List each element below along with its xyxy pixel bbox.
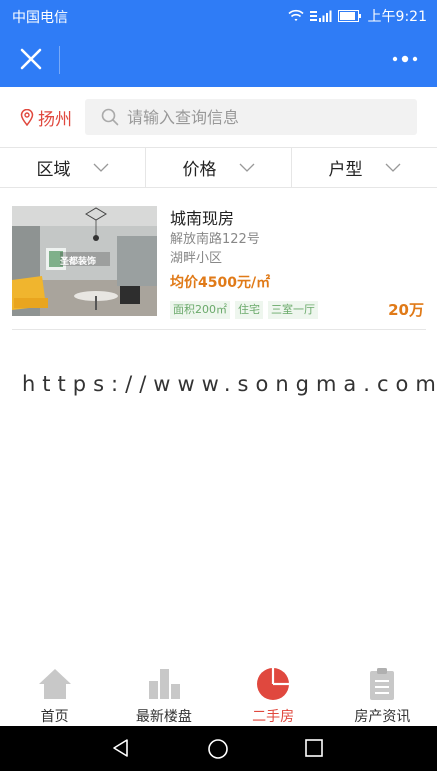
filter-label: 区域 [36, 160, 71, 180]
search-row: 扬州 [0, 97, 437, 137]
tab-news[interactable]: 房产资讯 [328, 660, 437, 726]
listing-community: 湖畔小区 [170, 251, 223, 266]
tab-home[interactable]: 首页 [0, 660, 109, 726]
listing-tag: 三室一厅 [268, 301, 318, 319]
chevron-down-icon [93, 163, 108, 172]
chevron-down-icon [385, 163, 400, 172]
search-icon [101, 108, 119, 126]
photo-logo-text: 圣都装饰 [60, 257, 97, 267]
tab-label: 二手房 [252, 709, 295, 725]
top-bar: 中国电信 上午9:21 [0, 0, 437, 87]
filter-label: 户型 [328, 160, 363, 180]
home-icon [38, 669, 71, 699]
signal-icon [309, 10, 332, 22]
status-bar: 中国电信 上午9:21 [0, 0, 437, 32]
status-indicators: 上午9:21 [287, 6, 427, 26]
search-box[interactable] [85, 99, 417, 135]
city-selector[interactable]: 扬州 [20, 105, 72, 130]
close-icon[interactable] [18, 46, 44, 72]
tab-new-buildings[interactable]: 最新楼盘 [109, 660, 218, 726]
tab-label: 首页 [40, 709, 69, 725]
listing-tag: 住宅 [235, 301, 263, 319]
filter-bar: 区域 价格 户型 [0, 147, 437, 188]
home-circle-icon[interactable] [207, 738, 229, 760]
chevron-down-icon [239, 163, 254, 172]
tab-second-hand[interactable]: 二手房 [219, 660, 328, 726]
location-pin-icon [20, 109, 34, 126]
clipboard-icon [370, 668, 395, 700]
listing-title: 城南现房 [170, 209, 235, 228]
tab-label: 最新楼盘 [135, 709, 192, 725]
filter-label: 价格 [182, 160, 217, 180]
tab-label: 房产资讯 [354, 709, 411, 725]
filter-region[interactable]: 区域 [0, 148, 146, 187]
nav-row [0, 32, 437, 87]
listing-address: 解放南路122号 [170, 232, 260, 247]
system-nav-bar [0, 726, 437, 771]
pie-icon [257, 668, 290, 700]
city-name: 扬州 [38, 110, 72, 130]
listing-item[interactable]: 圣都装饰 城南现房 解放南路122号 湖畔小区 均价4500元/㎡ 面积200㎡… [12, 203, 426, 330]
clock: 上午9:21 [367, 9, 427, 25]
more-icon[interactable] [391, 52, 419, 66]
back-icon[interactable] [111, 738, 131, 758]
battery-icon [337, 10, 361, 22]
watermark-text: https://www.songma.com [22, 372, 437, 396]
tab-bar: 首页 最新楼盘 二手房 房产资讯 [0, 660, 437, 726]
search-input[interactable] [127, 107, 397, 127]
listing-unit-price: 均价4500元/㎡ [170, 275, 271, 291]
recents-icon[interactable] [304, 738, 324, 758]
carrier-name: 中国电信 [12, 10, 68, 26]
listing-total-price: 20万 [388, 301, 424, 319]
listing-tag: 面积200㎡ [170, 301, 230, 319]
nav-divider [59, 46, 60, 74]
filter-layout[interactable]: 户型 [292, 148, 437, 187]
filter-price[interactable]: 价格 [146, 148, 292, 187]
buildings-icon [148, 669, 180, 699]
wifi-icon [287, 9, 304, 21]
listing-photo: 圣都装饰 [12, 206, 157, 316]
